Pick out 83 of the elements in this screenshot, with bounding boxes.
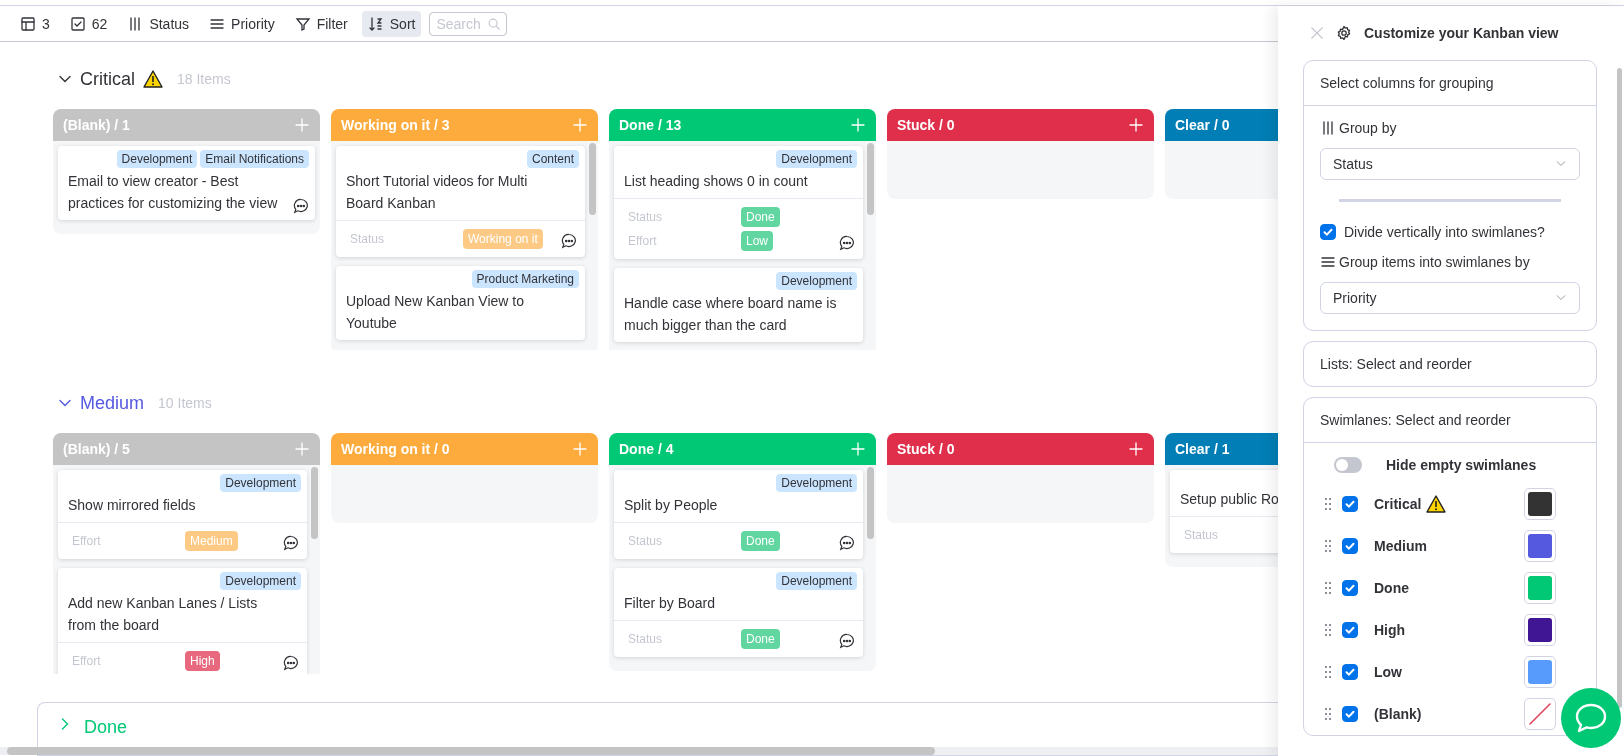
- tag: Development: [220, 572, 301, 590]
- card[interactable]: Development List heading shows 0 in count Status Done Effort Low: [614, 146, 863, 259]
- tag: Development: [220, 474, 301, 492]
- swimlane-name: Done: [1374, 580, 1409, 596]
- toolbar-button[interactable]: Filter: [288, 10, 354, 37]
- list-title: Done / 4: [619, 441, 674, 457]
- field-label: Status: [1184, 528, 1220, 542]
- list-title: Clear / 0: [1175, 117, 1230, 133]
- list-title: Working on it / 0: [341, 441, 450, 457]
- swimlane-name: High: [1374, 622, 1406, 638]
- dropdown[interactable]: Priority: [1320, 282, 1580, 314]
- tag: Development: [776, 474, 857, 492]
- item-count: 18 Items: [177, 71, 231, 87]
- card-title: Upload New Kanban View to Youtube: [346, 292, 525, 333]
- card-title: Short Tutorial videos for Multi Board Kanban: [346, 172, 529, 213]
- tag: Development: [776, 572, 857, 590]
- group-title: Medium: [80, 392, 145, 414]
- status-label: Low: [741, 231, 773, 251]
- field-label: Group items into swimlanes by: [1339, 254, 1530, 270]
- card[interactable]: Development Show mirrored fields Effort Medium: [58, 470, 307, 559]
- tag: Development: [116, 150, 198, 168]
- status-label: Done: [741, 531, 780, 551]
- tag: Email Notifications: [200, 150, 309, 168]
- card[interactable]: Development Filter by Board Status Done: [614, 568, 863, 657]
- list-title: Clear / 1: [1175, 441, 1230, 457]
- status-label: Done: [741, 629, 780, 649]
- tag: Content: [526, 150, 579, 168]
- field-label: Effort: [72, 654, 102, 668]
- tag: Development: [776, 150, 857, 168]
- toggle-label: Hide empty swimlanes: [1386, 457, 1537, 473]
- list-title: Stuck / 0: [897, 441, 955, 457]
- card-title: List heading shows 0 in count: [624, 172, 809, 191]
- list-title: (Blank) / 1: [63, 117, 130, 133]
- toolbar-button[interactable]: Status: [121, 10, 196, 37]
- field-label: Group by: [1339, 120, 1397, 136]
- card[interactable]: Development Split by People Status Done: [614, 470, 863, 559]
- item-count: 10 Items: [158, 395, 212, 411]
- toolbar-button[interactable]: Priority: [203, 10, 281, 37]
- card-title: Filter by Board: [624, 594, 717, 613]
- search-field[interactable]: Search: [429, 11, 508, 36]
- swimlane-name: Medium: [1374, 538, 1427, 554]
- settings-section[interactable]: Lists: Select and reorder: [1303, 341, 1597, 387]
- list-title: Done / 13: [619, 117, 682, 133]
- card[interactable]: Development Add new Kanban Lanes / Lists from the board Effort High: [58, 568, 307, 674]
- status-label: High: [185, 651, 220, 671]
- toolbar-button[interactable]: 62: [63, 10, 114, 37]
- dropdown[interactable]: Status: [1320, 148, 1580, 180]
- status-label: Done: [741, 207, 780, 227]
- card-title: Email to view creator - Best practices for customizing the view: [68, 172, 279, 213]
- toolbar-button[interactable]: Sort: [361, 10, 422, 37]
- swimlane-name: Low: [1374, 664, 1402, 680]
- field-label: Status: [628, 632, 664, 646]
- card-title: Split by People: [624, 496, 719, 515]
- tag: Product Marketing: [471, 270, 579, 288]
- status-label: Medium: [185, 531, 238, 551]
- card[interactable]: Content Short Tutorial videos for Multi Board Kanban Status Working on it: [336, 146, 585, 257]
- list-title: Stuck / 0: [897, 117, 955, 133]
- list-title: Working on it / 3: [341, 117, 450, 133]
- field-label: Status: [350, 232, 386, 246]
- field-label: Status: [628, 534, 664, 548]
- section-heading: Select columns for grouping: [1304, 61, 1596, 106]
- card-title: Setup public Ro: [1180, 490, 1278, 509]
- swimlane-name: Critical: [1374, 496, 1422, 512]
- card[interactable]: Development Handle case where board name is much bigger than the card: [614, 268, 863, 342]
- checkbox-label: Divide vertically into swimlanes?: [1344, 224, 1545, 240]
- field-label: Status: [628, 210, 664, 224]
- card-title: Show mirrored fields: [68, 496, 197, 515]
- card-title: Handle case where board name is much bigger than the card: [624, 294, 838, 335]
- section-heading: Swimlanes: Select and reorder: [1304, 398, 1596, 443]
- field-label: Effort: [72, 534, 102, 548]
- card[interactable]: Setup public Ro Status: [1170, 470, 1278, 553]
- toolbar-button[interactable]: 3: [14, 10, 56, 37]
- panel-title: Customize your Kanban view: [1364, 25, 1559, 41]
- status-label: Working on it: [463, 229, 543, 249]
- card-title: Add new Kanban Lanes / Lists from the board: [68, 594, 259, 635]
- swimlane-name: (Blank): [1374, 706, 1422, 722]
- card[interactable]: Development Email Notifications Email to view creator - Best practices for customizing the view: [58, 146, 315, 220]
- card[interactable]: Product Marketing Upload New Kanban View to Youtube: [336, 266, 585, 340]
- field-label: Effort: [628, 234, 658, 248]
- group-title: Done: [84, 717, 128, 738]
- group-title: Critical: [80, 68, 135, 90]
- list-title: (Blank) / 5: [63, 441, 130, 457]
- tag: Development: [776, 272, 857, 290]
